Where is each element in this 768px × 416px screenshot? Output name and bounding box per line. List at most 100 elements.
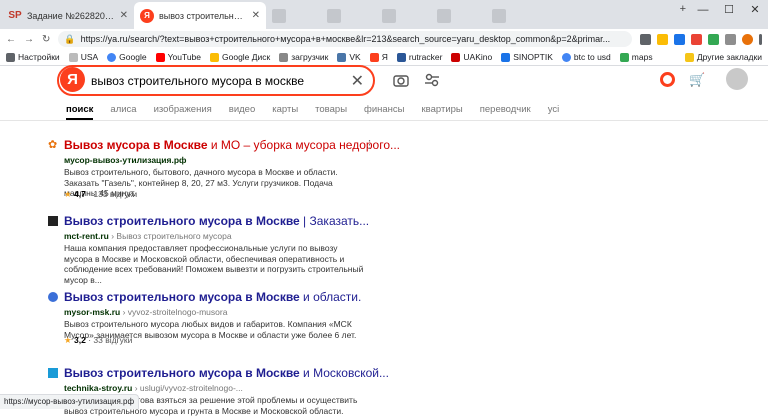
- bookmark-yandex[interactable]: Я: [369, 52, 388, 62]
- result-url[interactable]: technika-stroy.ru › uslugi/vyvoz-stroite…: [64, 383, 243, 393]
- new-tab-icon[interactable]: +: [680, 3, 686, 15]
- camera-icon[interactable]: [393, 72, 409, 88]
- title-rest: и области.: [299, 290, 362, 304]
- result-path: › Вывоз строительного мусора: [108, 231, 232, 241]
- bookmark-youtube[interactable]: YouTube: [155, 52, 201, 62]
- bookmarks-bar: Настройки USA Google YouTube Google Диск…: [0, 49, 768, 66]
- tab-translator[interactable]: переводчик: [480, 104, 531, 120]
- tab-images[interactable]: изображения: [154, 104, 212, 120]
- star-icon[interactable]: [657, 33, 668, 45]
- back-icon[interactable]: ←: [6, 34, 16, 45]
- close-icon[interactable]: ✕: [252, 10, 260, 21]
- result-rating[interactable]: ★ 3,2 · 33 відгуки: [64, 335, 132, 346]
- result-title-link[interactable]: Вывоз мусора в Москве и МО – уборка мусо…: [64, 138, 400, 152]
- tab-maps[interactable]: карты: [272, 104, 298, 120]
- bookmark-downloader[interactable]: загрузчик: [279, 52, 328, 62]
- tab-3[interactable]: [266, 2, 321, 29]
- title-highlight: Вывоз строительного мусора в Москве: [64, 290, 300, 304]
- filters-icon[interactable]: [424, 72, 440, 88]
- result-url[interactable]: mysor-msk.ru › vyvoz-stroitelnogo-musora: [64, 307, 227, 317]
- page-favicon-icon: [437, 8, 451, 23]
- vk-icon: [337, 52, 347, 62]
- tab-title: Задание №2628201 - просмотр з: [27, 10, 116, 21]
- bookmark-label: YouTube: [167, 52, 201, 62]
- result-url[interactable]: mct-rent.ru › Вывоз строительного мусора: [64, 231, 232, 241]
- close-icon[interactable]: ✕: [120, 10, 128, 21]
- tab-5[interactable]: [376, 2, 431, 29]
- cart-icon[interactable]: 🛒: [689, 72, 705, 88]
- bookmark-usa[interactable]: USA: [68, 52, 98, 62]
- bookmark-other[interactable]: Другие закладки: [684, 52, 762, 62]
- search-input[interactable]: вывоз строительного мусора в москве: [91, 74, 304, 88]
- title-rest: | Заказать...: [299, 214, 370, 228]
- result-domain: technika-stroy.ru: [64, 383, 133, 393]
- result-title-link[interactable]: Вывоз строительного мусора в Москве | За…: [64, 214, 369, 228]
- more-icon[interactable]: ⋮: [364, 138, 375, 151]
- forward-icon[interactable]: →: [24, 34, 34, 45]
- yandex-favicon-icon: Я: [140, 8, 154, 23]
- bookmark-settings[interactable]: Настройки: [6, 52, 60, 62]
- sinoptik-icon: [501, 52, 511, 62]
- tab-task[interactable]: SP Задание №2628201 - просмотр з ✕: [2, 2, 134, 29]
- share-icon[interactable]: [640, 33, 651, 45]
- tab-realty[interactable]: квартиры: [422, 104, 463, 120]
- star-icon: ★: [64, 335, 72, 345]
- tab-yandex-search[interactable]: Я вывоз строительного мусора в м ✕: [134, 2, 266, 29]
- bookmark-uakino[interactable]: UAKino: [451, 52, 492, 62]
- clear-icon[interactable]: ✕: [351, 71, 364, 91]
- rutracker-icon: [396, 52, 406, 62]
- yandex-logo[interactable]: Я: [60, 67, 85, 92]
- bookmark-label: maps: [631, 52, 653, 62]
- title-highlight: Вывоз строительного мусора в Москве: [64, 214, 300, 228]
- result-path: › vyvoz-stroitelnogo-musora: [120, 307, 228, 317]
- star-icon: ★: [64, 189, 72, 199]
- reviews-count: · 133 відгуки: [85, 189, 138, 199]
- title-rest: и Московской...: [299, 366, 389, 380]
- menu-icon[interactable]: [759, 33, 762, 45]
- tab-alice[interactable]: алиса: [110, 104, 136, 120]
- tab-6[interactable]: [431, 2, 486, 29]
- tab-strip: SP Задание №2628201 - просмотр з ✕ Я выв…: [0, 0, 768, 29]
- extension-icon[interactable]: [708, 33, 719, 45]
- tab-products[interactable]: товары: [315, 104, 347, 120]
- bookmark-vk[interactable]: VK: [337, 52, 361, 62]
- result-url[interactable]: мусор-вывоз-утилизация.рф: [64, 155, 186, 165]
- tab-search[interactable]: поиск: [66, 104, 94, 120]
- bookmark-sinoptik[interactable]: SINOPTIK: [501, 52, 553, 62]
- result-domain: мусор-вывоз-утилизация.рф: [64, 155, 187, 165]
- result-title-link[interactable]: Вывоз строительного мусора в Москве и об…: [64, 290, 361, 304]
- folder-icon: [279, 52, 289, 62]
- reload-icon[interactable]: ↻: [42, 34, 50, 45]
- minimize-icon[interactable]: —: [690, 0, 716, 22]
- tab-video[interactable]: видео: [229, 104, 255, 120]
- tab-all[interactable]: усі: [548, 104, 560, 120]
- address-bar[interactable]: 🔒 https://ya.ru/search/?text=вывоз+строи…: [58, 31, 632, 47]
- bookmark-label: SINOPTIK: [513, 52, 553, 62]
- bookmark-maps[interactable]: maps: [619, 52, 653, 62]
- bookmark-label: Google Диск: [222, 52, 271, 62]
- maximize-icon[interactable]: ☐: [716, 0, 742, 22]
- folder-icon: [684, 52, 694, 62]
- tab-finance[interactable]: финансы: [364, 104, 404, 120]
- tab-4[interactable]: [321, 2, 376, 29]
- extension-icon[interactable]: [691, 33, 702, 45]
- profile-icon[interactable]: [742, 33, 753, 45]
- puzzle-icon[interactable]: [725, 33, 736, 45]
- bookmark-btc[interactable]: btc to usd: [561, 52, 611, 62]
- search-box[interactable]: вывоз строительного мусора в москве ✕: [57, 65, 375, 96]
- bookmark-rutracker[interactable]: rutracker: [396, 52, 442, 62]
- tab-7[interactable]: [486, 2, 541, 29]
- extension-icon[interactable]: [674, 33, 685, 45]
- rating-value: 4,7: [74, 189, 86, 199]
- title-highlight: Вывоз мусора в Москве: [64, 138, 208, 152]
- alice-icon[interactable]: [660, 72, 675, 87]
- result-title-link[interactable]: Вывоз строительного мусора в Москве и Мо…: [64, 366, 389, 380]
- bookmark-google[interactable]: Google: [107, 52, 147, 62]
- folder-icon: [68, 52, 78, 62]
- site-favicon-icon: [48, 368, 58, 378]
- bookmark-google-drive[interactable]: Google Диск: [210, 52, 270, 62]
- result-rating[interactable]: ★ 4,7 · 133 відгуки: [64, 189, 137, 200]
- bookmark-label: Другие закладки: [696, 52, 762, 62]
- close-window-icon[interactable]: ✕: [742, 0, 768, 22]
- avatar[interactable]: [726, 68, 748, 90]
